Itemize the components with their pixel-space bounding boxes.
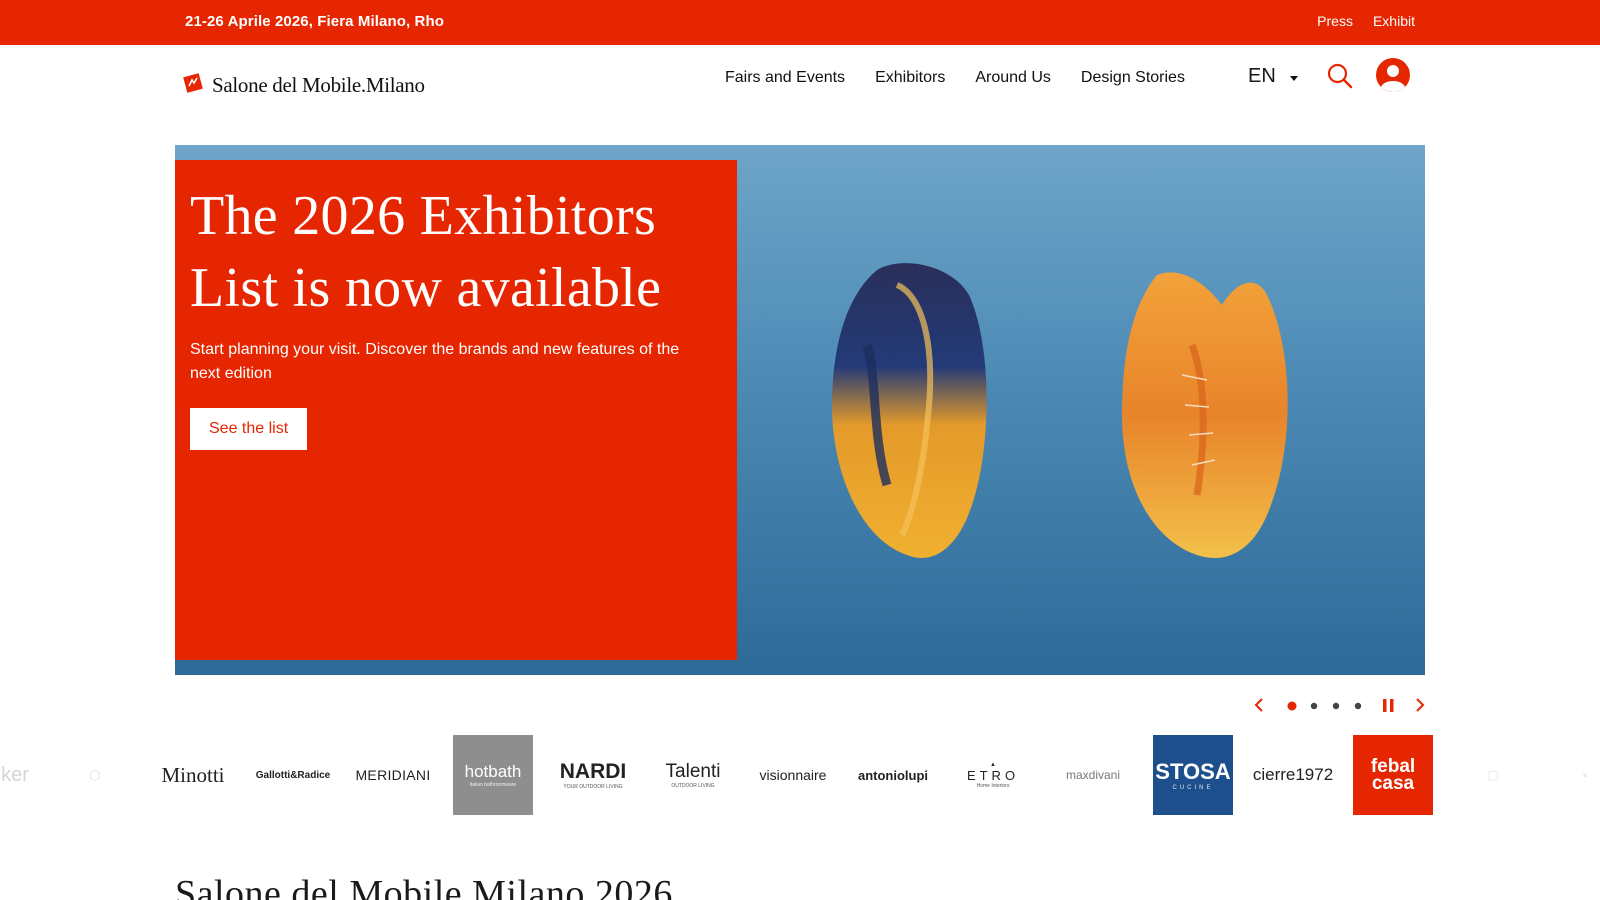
nav-design-stories[interactable]: Design Stories — [1081, 69, 1185, 87]
chevron-right-icon[interactable] — [1416, 698, 1425, 712]
brand-logo-minotti[interactable]: Minotti — [153, 735, 233, 815]
brand-logo-nardi[interactable]: NARDI YOUR OUTDOOR LIVING — [553, 735, 633, 815]
chevron-left-icon[interactable] — [1254, 698, 1263, 712]
language-label: EN — [1248, 65, 1276, 87]
pause-icon[interactable] — [1383, 699, 1394, 712]
main-nav: Fairs and Events Exhibitors Around Us De… — [725, 69, 1185, 87]
hero-image — [832, 263, 1288, 559]
site-logo[interactable]: Salone del Mobile.Milano — [182, 67, 425, 98]
brand-logo-antoniolupi[interactable]: antoniolupi — [853, 735, 933, 815]
brand-logo-faded-left-2[interactable]: ◯ — [55, 735, 135, 815]
brand-logo-meridiani[interactable]: MERIDIANI — [353, 735, 433, 815]
language-selector[interactable]: EN — [1248, 65, 1298, 88]
hero-banner: The 2026 Exhibitors List is now availabl… — [175, 145, 1425, 675]
carousel-dot-4[interactable] — [1354, 702, 1362, 710]
user-icon[interactable] — [1375, 57, 1411, 93]
hero-subtitle: Start planning your visit. Discover the … — [190, 341, 680, 382]
hero-title-line-2: List is now available — [190, 257, 662, 319]
press-link[interactable]: Press — [1317, 13, 1353, 29]
chevron-down-icon — [1289, 75, 1298, 81]
exhibitor-logos-strip: ker ◯ Minotti Gallotti&Radice MERIDIANI … — [0, 735, 1600, 817]
carousel-dot-2[interactable] — [1310, 702, 1318, 710]
brand-logo-faded-right[interactable]: ▢ — [1453, 735, 1533, 815]
search-icon[interactable] — [1326, 62, 1354, 90]
carousel-dot-3[interactable] — [1332, 702, 1340, 710]
top-links: Press Exhibit — [1317, 13, 1415, 29]
event-info: 21-26 Aprile 2026, Fiera Milano, Rho — [185, 13, 444, 30]
hero-title: The 2026 Exhibitors List is now availabl… — [190, 180, 722, 324]
main-header: Salone del Mobile.Milano Fairs and Event… — [0, 45, 1600, 145]
hero-title-line-1: The 2026 Exhibitors — [190, 185, 657, 247]
top-bar: 21-26 Aprile 2026, Fiera Milano, Rho Pre… — [0, 0, 1600, 45]
brand-logo-faded-right-2[interactable]: ▪ — [1545, 735, 1600, 815]
exhibit-link[interactable]: Exhibit — [1373, 13, 1415, 29]
carousel-dot-1[interactable] — [1287, 701, 1297, 711]
brand-logo-febal-casa[interactable]: febal casa — [1353, 735, 1433, 815]
brand-logo-hotbath[interactable]: hotbath italian bathroomware — [453, 735, 533, 815]
brand-logo-etro[interactable]: ▲ ETRO Home Interiors — [953, 735, 1033, 815]
brand-logo-maxdivani[interactable]: maxdivani — [1053, 735, 1133, 815]
brand-logo-faded-left[interactable]: ker — [0, 735, 55, 815]
nav-exhibitors[interactable]: Exhibitors — [875, 69, 945, 87]
salone-logo-icon — [183, 72, 203, 93]
brand-logo-cierre1972[interactable]: cierre1972 — [1253, 735, 1333, 815]
brand-logo-talenti[interactable]: Talenti OUTDOOR LIVING — [653, 735, 733, 815]
nav-around-us[interactable]: Around Us — [975, 69, 1051, 87]
section-title: Salone del Mobile.Milano 2026 — [175, 873, 673, 900]
nav-fairs-and-events[interactable]: Fairs and Events — [725, 69, 845, 87]
carousel-controls — [1254, 698, 1425, 712]
see-the-list-button[interactable]: See the list — [190, 408, 308, 450]
logo-text: Salone del Mobile.Milano — [212, 73, 425, 97]
brand-logo-visionnaire[interactable]: visionnaire — [753, 735, 833, 815]
brand-logo-gallotti-radice[interactable]: Gallotti&Radice — [253, 735, 333, 815]
hero-panel: The 2026 Exhibitors List is now availabl… — [175, 160, 737, 660]
brand-logo-stosa[interactable]: STOSA CUCINE — [1153, 735, 1233, 815]
